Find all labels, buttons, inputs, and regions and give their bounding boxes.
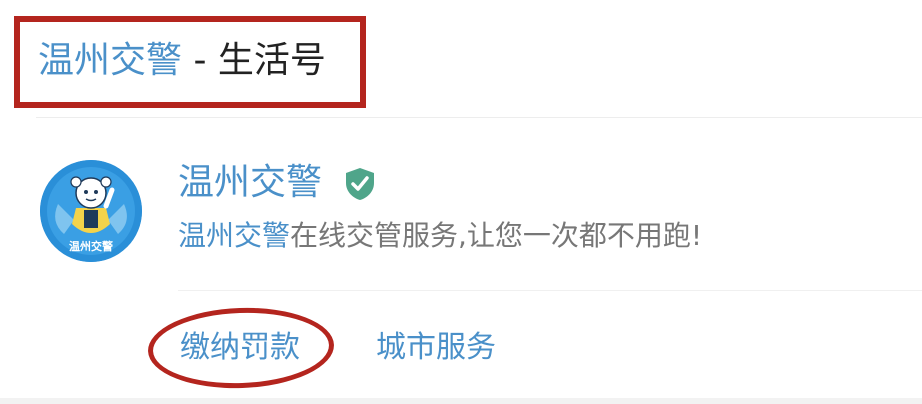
header: 温州交警 - 生活号 [0,0,922,112]
account-description: 温州交警在线交管服务,让您一次都不用跑! [178,214,702,258]
verified-shield-check-icon [346,168,374,200]
avatar-label: 温州交警 [69,239,113,253]
pay-fine-annotation-circle [146,304,336,392]
description-text: 在线交管服务,让您一次都不用跑! [290,219,703,252]
description-account-link[interactable]: 温州交警 [178,219,290,252]
avatar[interactable]: 温州交警 [40,160,142,262]
city-services-link[interactable]: 城市服务 [376,326,496,370]
divider [36,117,922,118]
title-annotation-box [14,16,366,108]
bottom-separator [0,398,922,404]
account-name[interactable]: 温州交警 [178,158,322,208]
divider [178,290,922,291]
